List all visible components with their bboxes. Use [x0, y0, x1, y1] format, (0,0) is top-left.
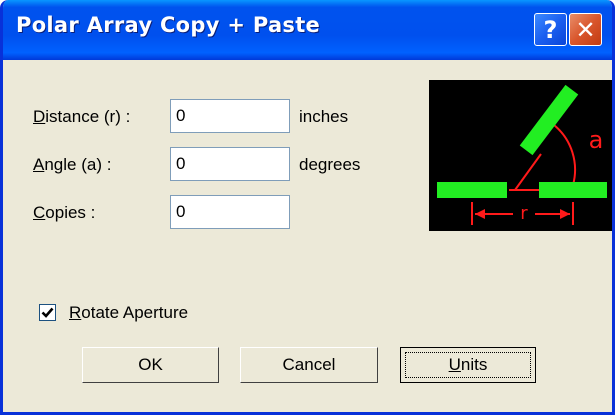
checkmark-icon [41, 307, 54, 318]
copies-label-mnemonic: C [33, 203, 46, 222]
radius-line [514, 153, 542, 191]
angle-arc [553, 124, 576, 186]
left-bar [437, 182, 507, 198]
angle-input[interactable]: 0 [170, 147, 290, 181]
distance-label-text: istance (r) : [45, 107, 131, 126]
distance-unit: inches [299, 107, 349, 126]
copies-label: Copies : [33, 203, 95, 223]
rotate-aperture-label[interactable]: Rotate Aperture [69, 303, 188, 323]
polar-array-diagram: r a [429, 80, 612, 231]
distance-input[interactable]: 0 [170, 99, 290, 133]
dim-arrow-left [475, 209, 485, 219]
distance-label: Distance (r) : [33, 107, 130, 127]
units-button[interactable]: Units [400, 347, 536, 383]
rotate-aperture-text: otate Aperture [81, 303, 189, 322]
copies-input[interactable]: 0 [170, 195, 290, 229]
dim-arrow-right [560, 209, 570, 219]
distance-symbol: r [520, 203, 528, 224]
cancel-label: Cancel [282, 355, 336, 374]
copies-label-text: opies : [45, 203, 96, 222]
close-icon: ✕ [575, 15, 596, 44]
help-icon: ? [543, 15, 558, 44]
angle-unit: degrees [299, 155, 361, 174]
distance-label-mnemonic: D [33, 107, 46, 126]
right-bar [539, 182, 607, 198]
angle-label: Angle (a) : [33, 155, 111, 175]
title-bar[interactable]: Polar Array Copy + Paste ? ✕ [3, 0, 612, 60]
angle-label-mnemonic: A [33, 155, 45, 174]
ok-label: OK [138, 355, 163, 374]
dialog-title: Polar Array Copy + Paste [16, 13, 321, 37]
angle-label-text: ngle (a) : [44, 155, 112, 174]
rotate-aperture-mnemonic: R [69, 303, 82, 322]
polar-diagram-graphic: r a [437, 84, 607, 225]
angle-symbol: a [589, 126, 604, 154]
help-button[interactable]: ? [534, 13, 567, 46]
close-button[interactable]: ✕ [569, 13, 602, 46]
rotate-aperture-checkbox[interactable] [39, 304, 56, 321]
polar-array-dialog: Polar Array Copy + Paste ? ✕ Distance (r… [0, 0, 615, 415]
focus-indicator [405, 352, 531, 378]
ok-button[interactable]: OK [82, 347, 219, 383]
cancel-button[interactable]: Cancel [240, 347, 378, 383]
